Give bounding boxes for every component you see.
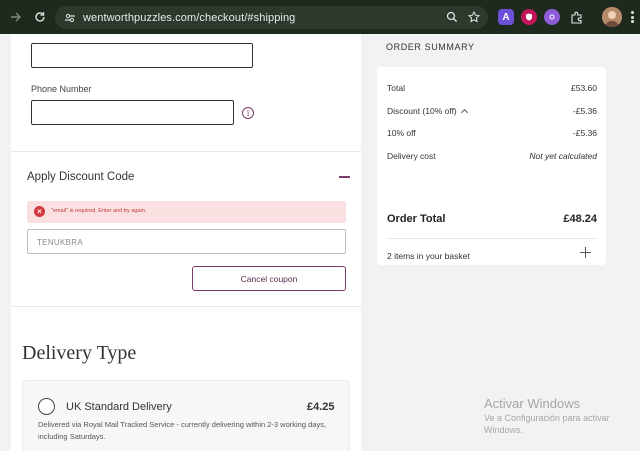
summary-row-value: -£5.36 xyxy=(572,128,597,138)
address-field[interactable] xyxy=(31,43,253,68)
discount-code-input[interactable]: TENUKBRA xyxy=(27,229,346,254)
extensions-icon[interactable] xyxy=(568,9,584,25)
extension-link-icon[interactable] xyxy=(544,9,560,25)
delivery-option[interactable]: UK Standard Delivery £4.25 Delivered via… xyxy=(22,380,350,451)
checkout-form: Phone Number i Apply Discount Code × "em… xyxy=(11,34,361,451)
address-bar[interactable]: wentworthpuzzles.com/checkout/#shipping xyxy=(55,6,488,29)
delivery-option-description: Delivered via Royal Mail Tracked Service… xyxy=(38,420,327,441)
summary-row-value: Not yet calculated xyxy=(529,151,597,161)
info-icon[interactable]: i xyxy=(242,107,254,119)
summary-row-label: 10% off xyxy=(387,128,416,138)
error-message-box: × "email" is required. Enter and try aga… xyxy=(27,201,346,223)
plus-icon[interactable] xyxy=(580,247,591,258)
error-message: "email" is required. Enter and try again… xyxy=(51,208,147,214)
checkout-page: Phone Number i Apply Discount Code × "em… xyxy=(0,34,640,451)
summary-row-label: Total xyxy=(387,83,405,93)
phone-label: Phone Number xyxy=(31,84,92,94)
summary-row-value: -£5.36 xyxy=(572,106,597,116)
summary-row-label: Discount (10% off) xyxy=(387,106,457,116)
discount-title: Apply Discount Code xyxy=(27,171,135,183)
windows-activation-subtitle: Ve a Configuración para activar Windows. xyxy=(484,413,610,435)
browser-toolbar: wentworthpuzzles.com/checkout/#shipping … xyxy=(0,0,640,34)
minus-icon[interactable] xyxy=(339,176,350,178)
summary-row-label: Delivery cost xyxy=(387,151,436,161)
order-summary-title: ORDER SUMMARY xyxy=(386,42,475,52)
section-divider xyxy=(11,151,361,152)
extension-shield-icon[interactable] xyxy=(521,9,537,25)
forward-icon[interactable] xyxy=(4,5,28,29)
cancel-coupon-button[interactable]: Cancel coupon xyxy=(192,266,346,291)
basket-items-count[interactable]: 2 items in your basket xyxy=(387,251,470,261)
summary-divider xyxy=(387,238,597,239)
section-divider xyxy=(11,306,361,307)
summary-row-value: £53.60 xyxy=(571,83,597,93)
site-info-icon[interactable] xyxy=(61,9,79,27)
url-text: wentworthpuzzles.com/checkout/#shipping xyxy=(83,11,296,24)
delivery-option-price: £4.25 xyxy=(307,401,335,413)
extension-a-icon[interactable]: A xyxy=(498,9,514,25)
radio-icon[interactable] xyxy=(38,398,55,415)
discount-code-value: TENUKBRA xyxy=(37,238,83,247)
reload-icon[interactable] xyxy=(28,5,52,29)
bookmark-star-icon[interactable] xyxy=(466,9,482,25)
windows-activation-title: Activar Windows xyxy=(484,396,581,411)
order-total-label: Order Total xyxy=(387,213,446,225)
chevron-up-icon[interactable] xyxy=(460,108,468,117)
delivery-heading: Delivery Type xyxy=(22,342,137,364)
delivery-option-name: UK Standard Delivery xyxy=(66,401,172,413)
order-summary: Total £53.60 Discount (10% off) -£5.36 1… xyxy=(377,67,606,265)
phone-field[interactable] xyxy=(31,100,234,125)
avatar[interactable] xyxy=(602,7,622,27)
error-icon: × xyxy=(34,206,45,217)
menu-icon[interactable] xyxy=(627,9,637,25)
order-total-value: £48.24 xyxy=(563,213,597,225)
zoom-icon[interactable] xyxy=(444,9,460,25)
